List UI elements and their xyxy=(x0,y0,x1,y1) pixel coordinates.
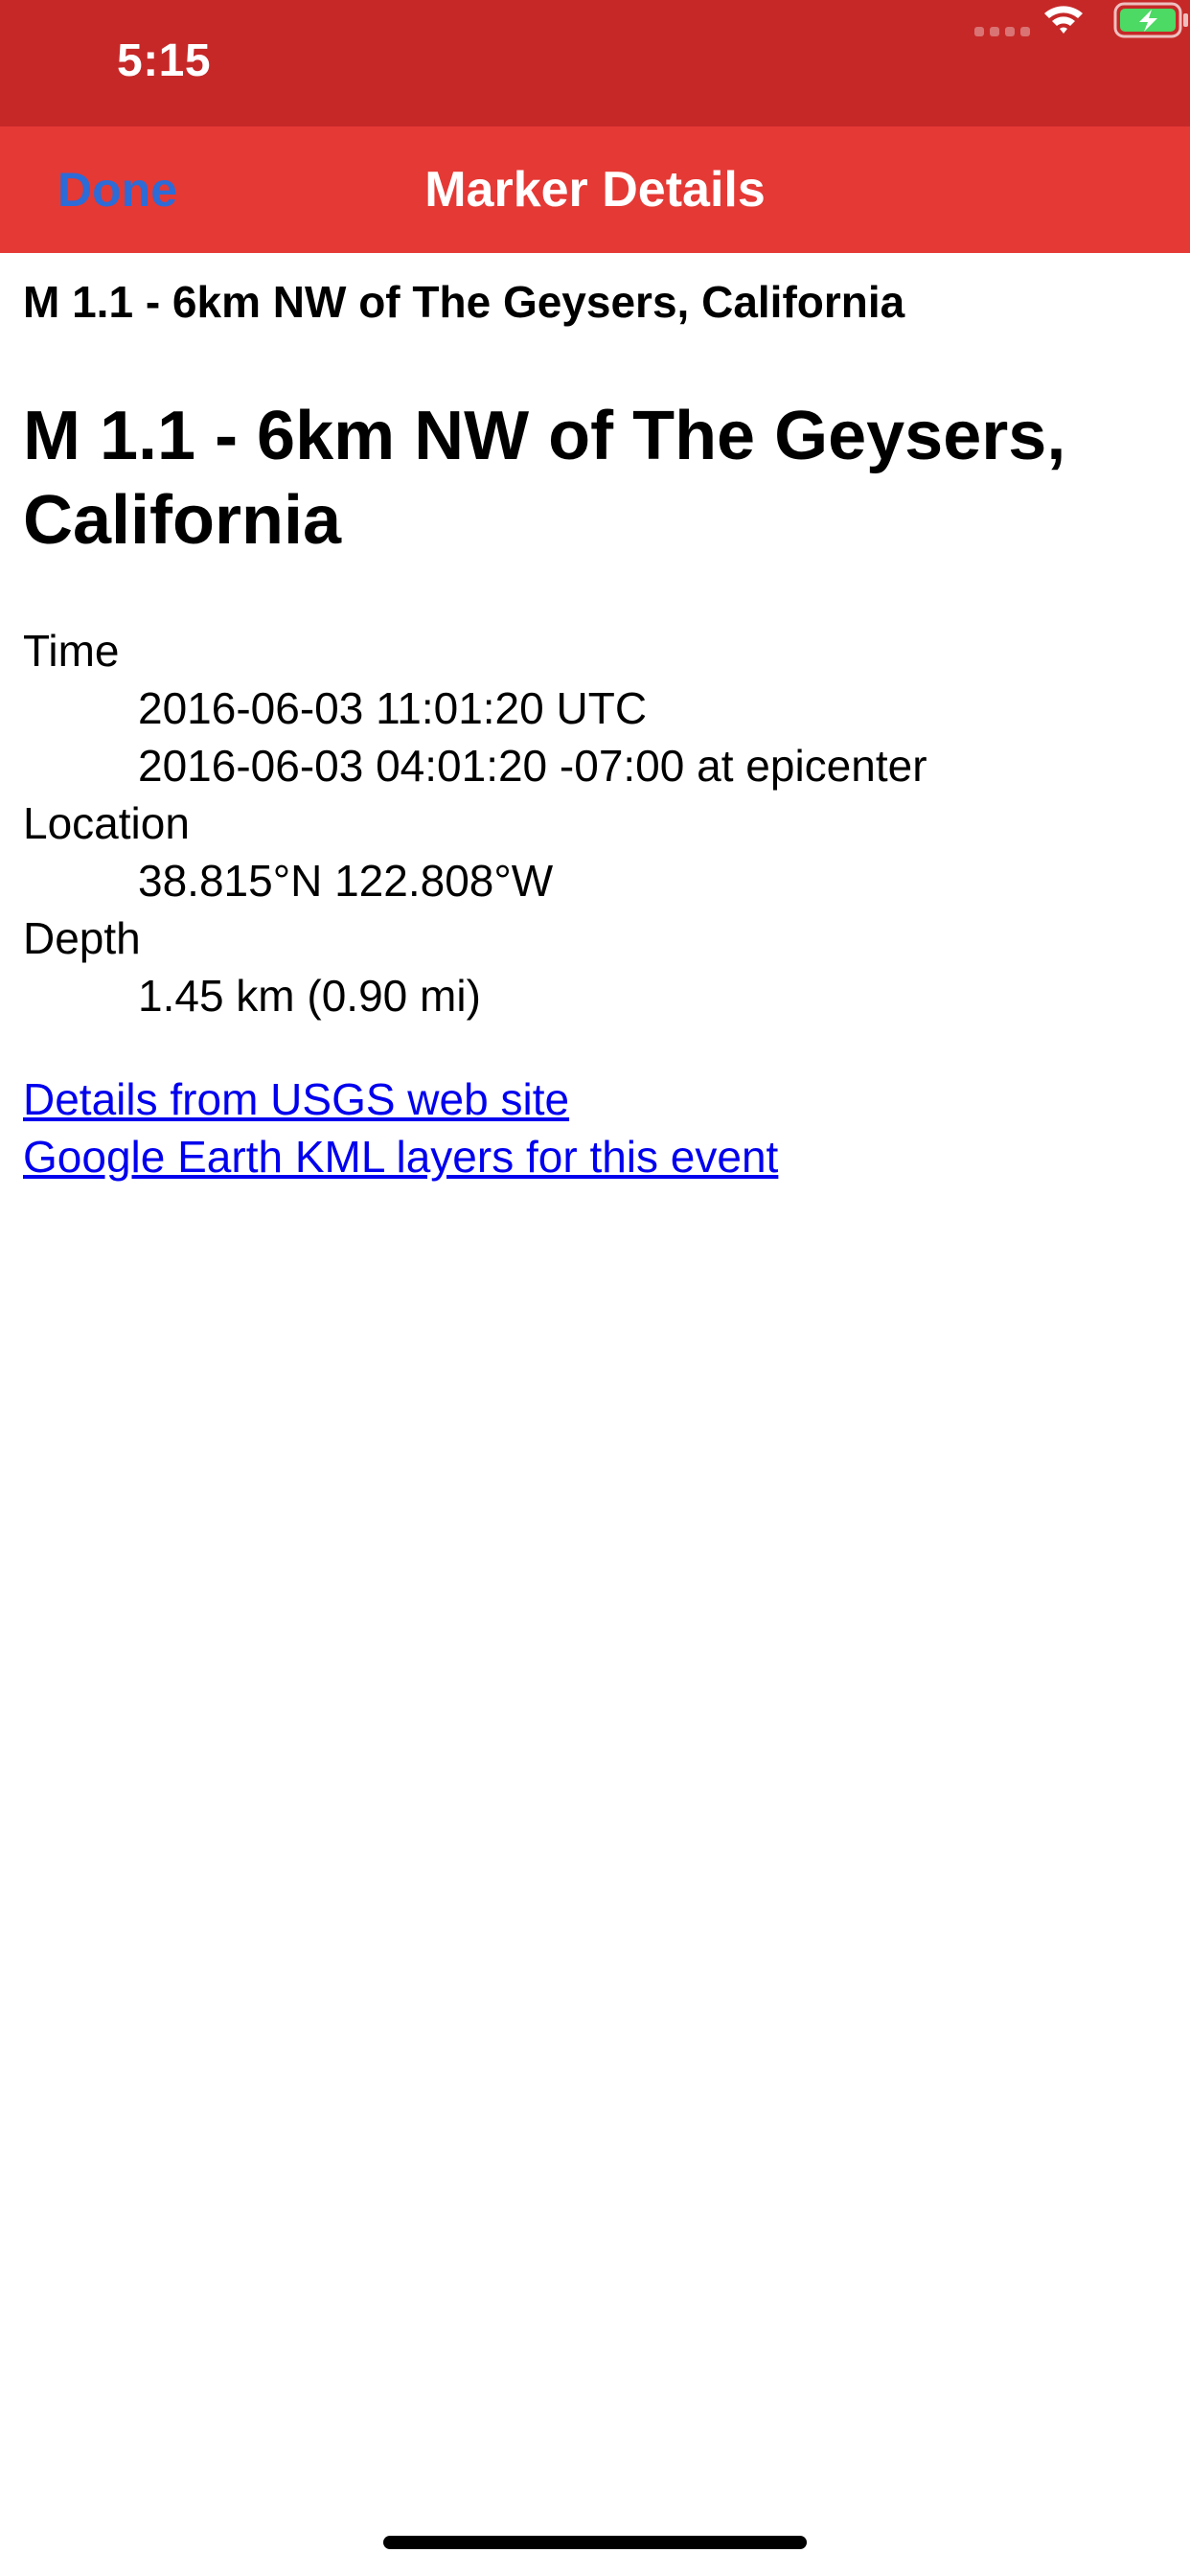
status-time: 5:15 xyxy=(117,35,212,86)
done-button[interactable]: Done xyxy=(57,126,177,253)
event-details: Time 2016-06-03 11:01:20 UTC 2016-06-03 … xyxy=(23,622,1167,1024)
location-label: Location xyxy=(23,798,190,849)
links: Details from USGS web site Google Earth … xyxy=(23,1070,1167,1185)
signal-icon xyxy=(974,27,1032,38)
kml-layers-link[interactable]: Google Earth KML layers for this event xyxy=(23,1128,1167,1185)
depth-label: Depth xyxy=(23,913,141,964)
home-indicator[interactable] xyxy=(383,2536,807,2549)
page-title: M 1.1 - 6km NW of The Geysers, Californi… xyxy=(23,277,905,327)
location-value: 38.815°N 122.808°W xyxy=(138,856,554,907)
usgs-details-link[interactable]: Details from USGS web site xyxy=(23,1070,1167,1128)
time-label: Time xyxy=(23,626,120,677)
nav-title: Marker Details xyxy=(424,162,766,218)
event-heading: M 1.1 - 6km NW of The Geysers, Californi… xyxy=(23,398,1066,560)
time-utc-value: 2016-06-03 11:01:20 UTC xyxy=(138,683,648,734)
depth-value: 1.45 km (0.90 mi) xyxy=(138,971,481,1022)
status-bar: 5:15 xyxy=(0,0,1190,126)
content: M 1.1 - 6km NW of The Geysers, Californi… xyxy=(23,253,1167,1185)
wifi-icon xyxy=(1044,6,1083,34)
nav-bar: Marker Details Done xyxy=(0,126,1190,253)
time-local-value: 2016-06-03 04:01:20 -07:00 at epicenter xyxy=(138,741,927,792)
battery-charging-icon xyxy=(1113,2,1188,38)
